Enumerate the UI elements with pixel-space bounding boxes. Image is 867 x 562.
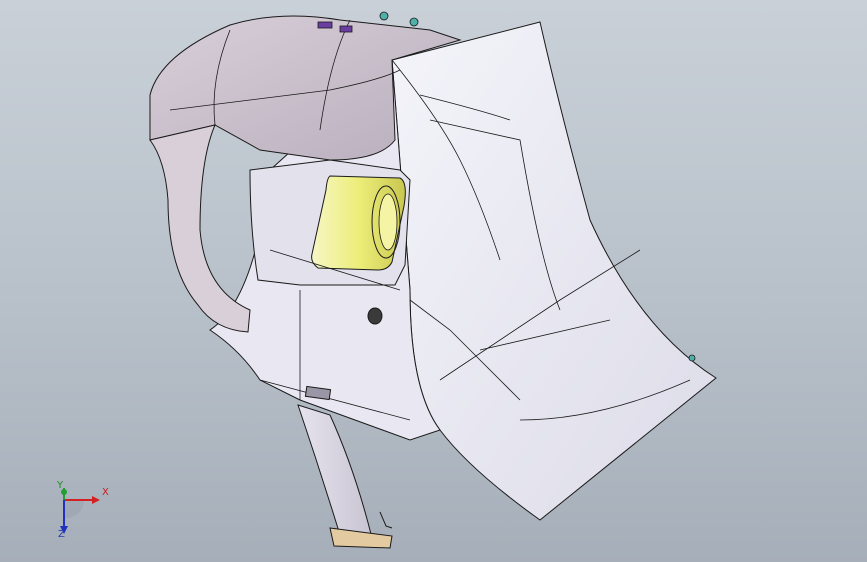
x-axis-label: X: [102, 487, 109, 498]
y-axis-label: Y: [57, 480, 64, 491]
reference-triad: X Y Z: [44, 478, 124, 548]
z-axis-label: Z: [58, 529, 65, 540]
hanging-strap: [297, 404, 373, 539]
side-bulge: [149, 124, 251, 333]
fender-panel: [391, 21, 717, 521]
mount-hole: [367, 307, 383, 325]
model-viewport[interactable]: [0, 0, 867, 562]
cad-part-render: [149, 11, 717, 549]
